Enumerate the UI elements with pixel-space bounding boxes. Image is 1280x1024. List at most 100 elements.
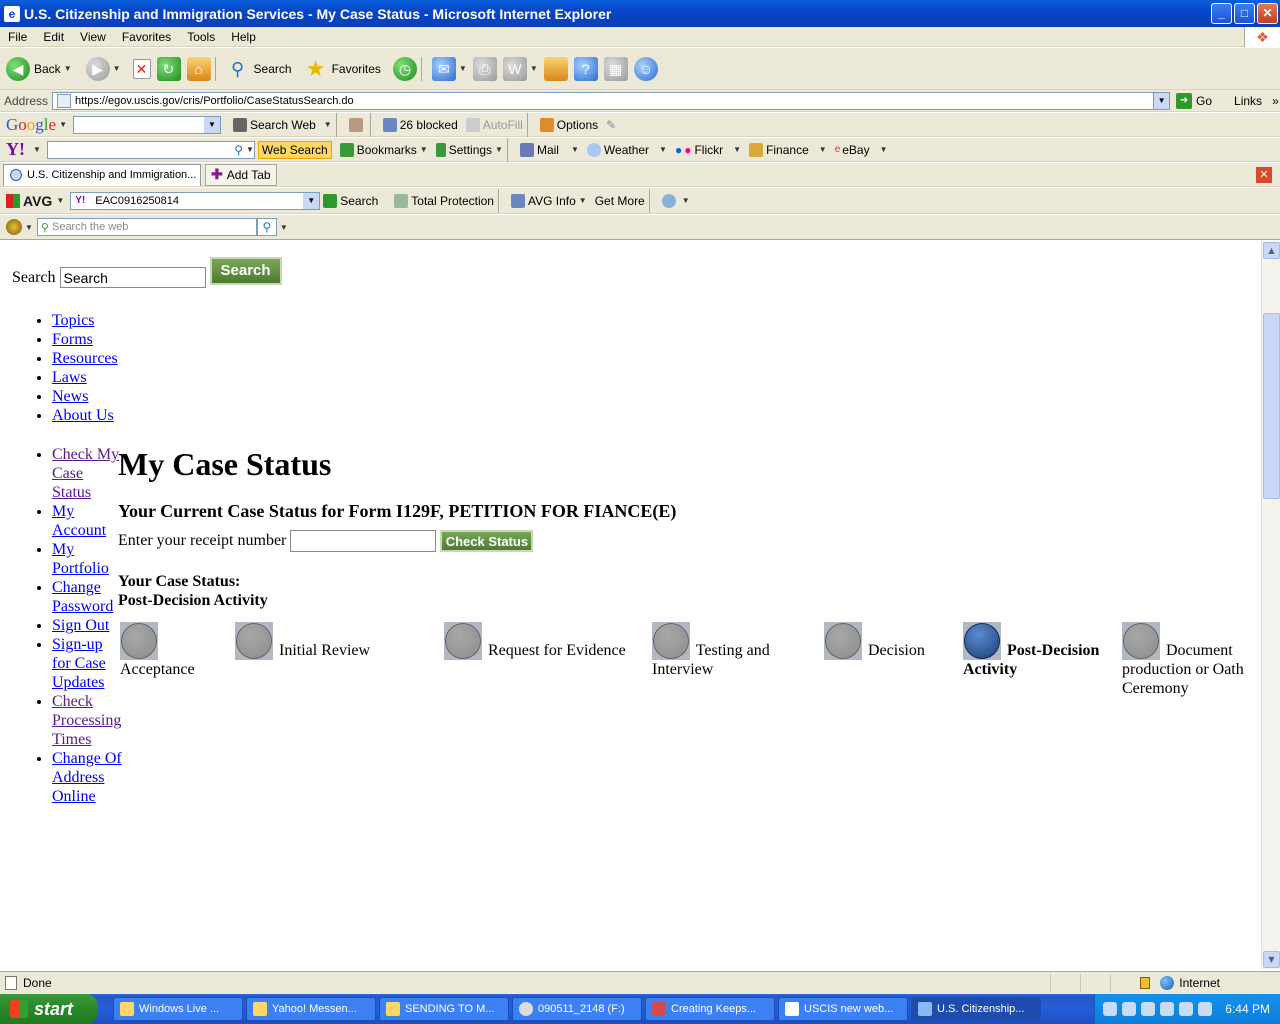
chevron-down-icon[interactable]: ▼ — [303, 192, 320, 209]
total-protection-button[interactable]: Total Protection — [394, 193, 494, 208]
stop-button[interactable]: ✕ — [132, 58, 151, 79]
news-button[interactable] — [348, 117, 366, 132]
nav-link-forms[interactable]: Forms — [52, 331, 93, 348]
avg-info-button[interactable]: AVG Info ▼ — [510, 193, 587, 208]
task-creating-keeps[interactable]: Creating Keeps... — [645, 997, 775, 1021]
chevron-down-icon[interactable]: ▼ — [280, 223, 288, 232]
web-search-button[interactable]: Web Search — [257, 140, 332, 159]
nav-link-laws[interactable]: Laws — [52, 369, 87, 386]
mail-button[interactable]: Mail ▼ — [519, 142, 579, 157]
chevron-down-icon[interactable]: ▼ — [1153, 92, 1170, 109]
close-tab-icon[interactable]: ✕ — [1256, 166, 1272, 183]
side-link-change-address[interactable]: Change Of Address Online — [52, 750, 122, 805]
avg-search-input[interactable]: Y! EAC0916250814 ▼ — [70, 191, 321, 210]
nav-link-news[interactable]: News — [52, 388, 88, 405]
lock-icon[interactable] — [1140, 977, 1151, 989]
menu-view[interactable]: View — [72, 30, 114, 44]
chevron-down-icon[interactable]: ▼ — [530, 64, 538, 73]
scroll-up-icon[interactable]: ▲ — [1263, 242, 1280, 259]
yahoo-search-input[interactable]: ⚲ ▼ — [46, 140, 255, 159]
chevron-down-icon[interactable]: ▼ — [59, 120, 67, 129]
chevron-down-icon[interactable]: ▼ — [246, 145, 254, 154]
tray-icon[interactable] — [1141, 1002, 1156, 1016]
chevron-down-icon[interactable]: ▼ — [33, 145, 41, 154]
options-button[interactable]: Options — [539, 117, 598, 132]
web-search-go-button[interactable]: ⚲ — [256, 218, 277, 236]
menu-favorites[interactable]: Favorites — [114, 30, 179, 44]
refresh-button[interactable]: ↻ — [156, 56, 181, 81]
side-link-my-portfolio[interactable]: My Portfolio — [52, 541, 109, 577]
pencil-button[interactable]: ✎ — [606, 118, 616, 132]
menu-edit[interactable]: Edit — [35, 30, 72, 44]
start-button[interactable]: start — [0, 994, 98, 1024]
chevron-down-icon[interactable]: ▼ — [64, 64, 72, 73]
tab-uscis[interactable]: U.S. Citizenship and Immigration... — [3, 163, 201, 186]
side-link-my-account[interactable]: My Account — [52, 503, 106, 539]
address-input[interactable]: https://egov.uscis.gov/cris/Portfolio/Ca… — [52, 91, 1171, 110]
side-link-case-updates[interactable]: Sign-up for Case Updates — [52, 636, 106, 691]
site-search-input[interactable] — [59, 267, 206, 288]
task-windows-live[interactable]: Windows Live ... — [113, 997, 243, 1021]
media-button[interactable]: ▦ — [603, 56, 628, 81]
maximize-button[interactable]: □ — [1234, 3, 1255, 24]
research-button[interactable]: ? — [573, 56, 598, 81]
search-icon[interactable]: ⚲ — [234, 143, 243, 157]
go-button[interactable]: ➜ Go — [1176, 92, 1212, 109]
get-more-button[interactable]: Get More — [595, 194, 645, 208]
side-link-change-password[interactable]: Change Password — [52, 579, 113, 615]
google-logo[interactable]: Google — [6, 115, 56, 135]
receipt-number-input[interactable] — [290, 530, 437, 552]
check-status-button[interactable]: Check Status — [440, 530, 534, 552]
scroll-down-icon[interactable]: ▼ — [1263, 951, 1280, 968]
edit-button[interactable]: W ▼ — [502, 56, 538, 81]
toolbar-logo-icon[interactable] — [6, 219, 22, 235]
task-drive[interactable]: 090511_2148 (F:) — [512, 997, 642, 1021]
task-uscis-citizenship[interactable]: U.S. Citizenship... — [911, 997, 1041, 1021]
nav-link-resources[interactable]: Resources — [52, 350, 118, 367]
close-button[interactable]: ✕ — [1257, 3, 1278, 24]
task-uscis-new-web[interactable]: USCIS new web... — [778, 997, 908, 1021]
finance-button[interactable]: Finance ▼ — [749, 142, 827, 157]
home-button[interactable]: ⌂ — [186, 56, 211, 81]
task-folder[interactable]: SENDING TO M... — [379, 997, 509, 1021]
add-tab-button[interactable]: ✚ Add Tab — [205, 163, 277, 186]
autofill-button[interactable]: AutoFill — [465, 117, 523, 132]
forward-button[interactable]: ▶ ▼ — [85, 56, 121, 81]
avg-extra-button[interactable]: ▼ — [661, 193, 690, 208]
yahoo-logo[interactable]: Y! — [6, 139, 25, 160]
links-button[interactable]: Links — [1234, 94, 1262, 108]
vertical-scrollbar[interactable]: ▲ ▼ — [1261, 241, 1280, 969]
minimize-button[interactable]: _ — [1211, 3, 1232, 24]
search-button[interactable]: ⚲ Search — [226, 57, 292, 81]
history-button[interactable]: ◷ — [392, 56, 417, 81]
chevron-down-icon[interactable]: ▼ — [459, 64, 467, 73]
side-link-check-case-status[interactable]: Check My Case Status — [52, 446, 119, 501]
web-search-input[interactable]: ⚲ Search the web — [36, 218, 257, 236]
scroll-thumb[interactable] — [1263, 313, 1280, 499]
nav-link-about-us[interactable]: About Us — [52, 407, 114, 424]
ebay-button[interactable]: e eBay ▼ — [835, 143, 888, 157]
tray-icon[interactable] — [1122, 1002, 1137, 1016]
tray-icon[interactable] — [1179, 1002, 1194, 1016]
messenger-button[interactable]: ☺ — [633, 56, 658, 81]
popup-blocker-button[interactable]: 26 blocked — [382, 117, 458, 132]
flickr-button[interactable]: ● ● Flickr ▼ — [675, 143, 741, 157]
chevron-down-icon[interactable]: ▼ — [56, 196, 64, 205]
settings-button[interactable]: Settings ▼ — [435, 142, 503, 157]
note-button[interactable] — [543, 56, 568, 81]
avg-logo[interactable]: AVG — [6, 193, 52, 209]
weather-button[interactable]: Weather ▼ — [586, 142, 667, 157]
mail-button[interactable]: ✉ ▼ — [431, 56, 467, 81]
nav-link-topics[interactable]: Topics — [52, 312, 94, 329]
chevron-right-icon[interactable]: » — [1272, 94, 1279, 108]
menu-file[interactable]: File — [0, 30, 35, 44]
side-link-processing-times[interactable]: Check Processing Times — [52, 693, 121, 748]
bookmarks-button[interactable]: Bookmarks ▼ — [339, 142, 428, 157]
task-yahoo-messenger[interactable]: Yahoo! Messen... — [246, 997, 376, 1021]
avg-search-button[interactable]: Search — [323, 193, 378, 208]
google-search-input[interactable]: ▼ — [72, 115, 221, 134]
volume-icon[interactable] — [1198, 1002, 1213, 1016]
tray-icon[interactable] — [1103, 1002, 1118, 1016]
search-web-button[interactable]: Search Web ▼ — [232, 117, 332, 132]
tray-icon[interactable] — [1160, 1002, 1175, 1016]
